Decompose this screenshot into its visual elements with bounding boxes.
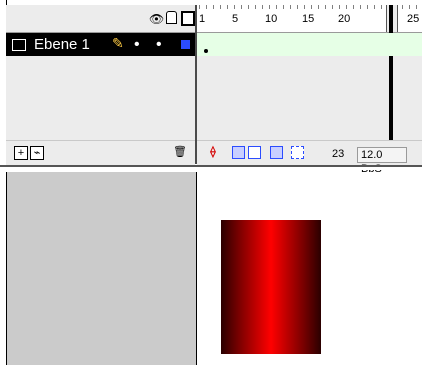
layer-icon: [12, 39, 26, 51]
stage-left-border: [6, 172, 7, 365]
center-frame-icon[interactable]: ⟠: [207, 146, 219, 158]
layer-row[interactable]: Ebene 1 ✎ • •: [6, 33, 195, 56]
current-frame: 23: [332, 148, 345, 160]
ruler-label-5: 5: [232, 13, 239, 25]
lock-dot-icon[interactable]: •: [156, 36, 162, 54]
modify-onion-markers-icon[interactable]: [291, 146, 304, 159]
visibility-dot-icon[interactable]: •: [134, 36, 140, 54]
lock-icon[interactable]: [166, 11, 177, 24]
ruler-label-15: 15: [302, 13, 315, 25]
eye-icon[interactable]: 👁: [149, 12, 164, 26]
edit-multiple-frames-icon[interactable]: [270, 146, 283, 159]
ruler-label-10: 10: [265, 13, 278, 25]
keyframe-dot[interactable]: [204, 49, 208, 53]
stage-pasteboard: [6, 172, 196, 365]
outline-color-swatch[interactable]: [181, 40, 190, 49]
ruler-label-20: 20: [338, 13, 351, 25]
frame-toolbar: ⟠ 23 12.0 BpS: [197, 140, 422, 175]
stage-edge: [196, 172, 197, 365]
add-layer-icon[interactable]: +: [14, 146, 28, 160]
ruler-label-1: 1: [199, 13, 206, 25]
add-guide-layer-icon[interactable]: ⌁: [30, 146, 44, 160]
onion-skin-icon[interactable]: [232, 146, 245, 159]
frames-row[interactable]: [197, 33, 422, 56]
layer-list-area: [6, 56, 195, 140]
playhead-line-lower: [389, 56, 393, 140]
pencil-icon: ✎: [112, 35, 124, 51]
layer-name[interactable]: Ebene 1: [34, 36, 90, 53]
layer-header: 👁: [6, 5, 195, 33]
frame-rate[interactable]: 12.0 BpS: [357, 147, 407, 175]
outline-icon[interactable]: [181, 11, 195, 26]
timeline-stage-separator[interactable]: [0, 165, 422, 170]
ruler-label-25: 25: [407, 13, 420, 25]
gradient-rectangle[interactable]: [221, 220, 321, 354]
trash-icon[interactable]: 🗑: [173, 146, 187, 158]
layer-toolbar: + ⌁ 🗑: [6, 140, 195, 165]
onion-skin-outlines-icon[interactable]: [248, 146, 261, 159]
